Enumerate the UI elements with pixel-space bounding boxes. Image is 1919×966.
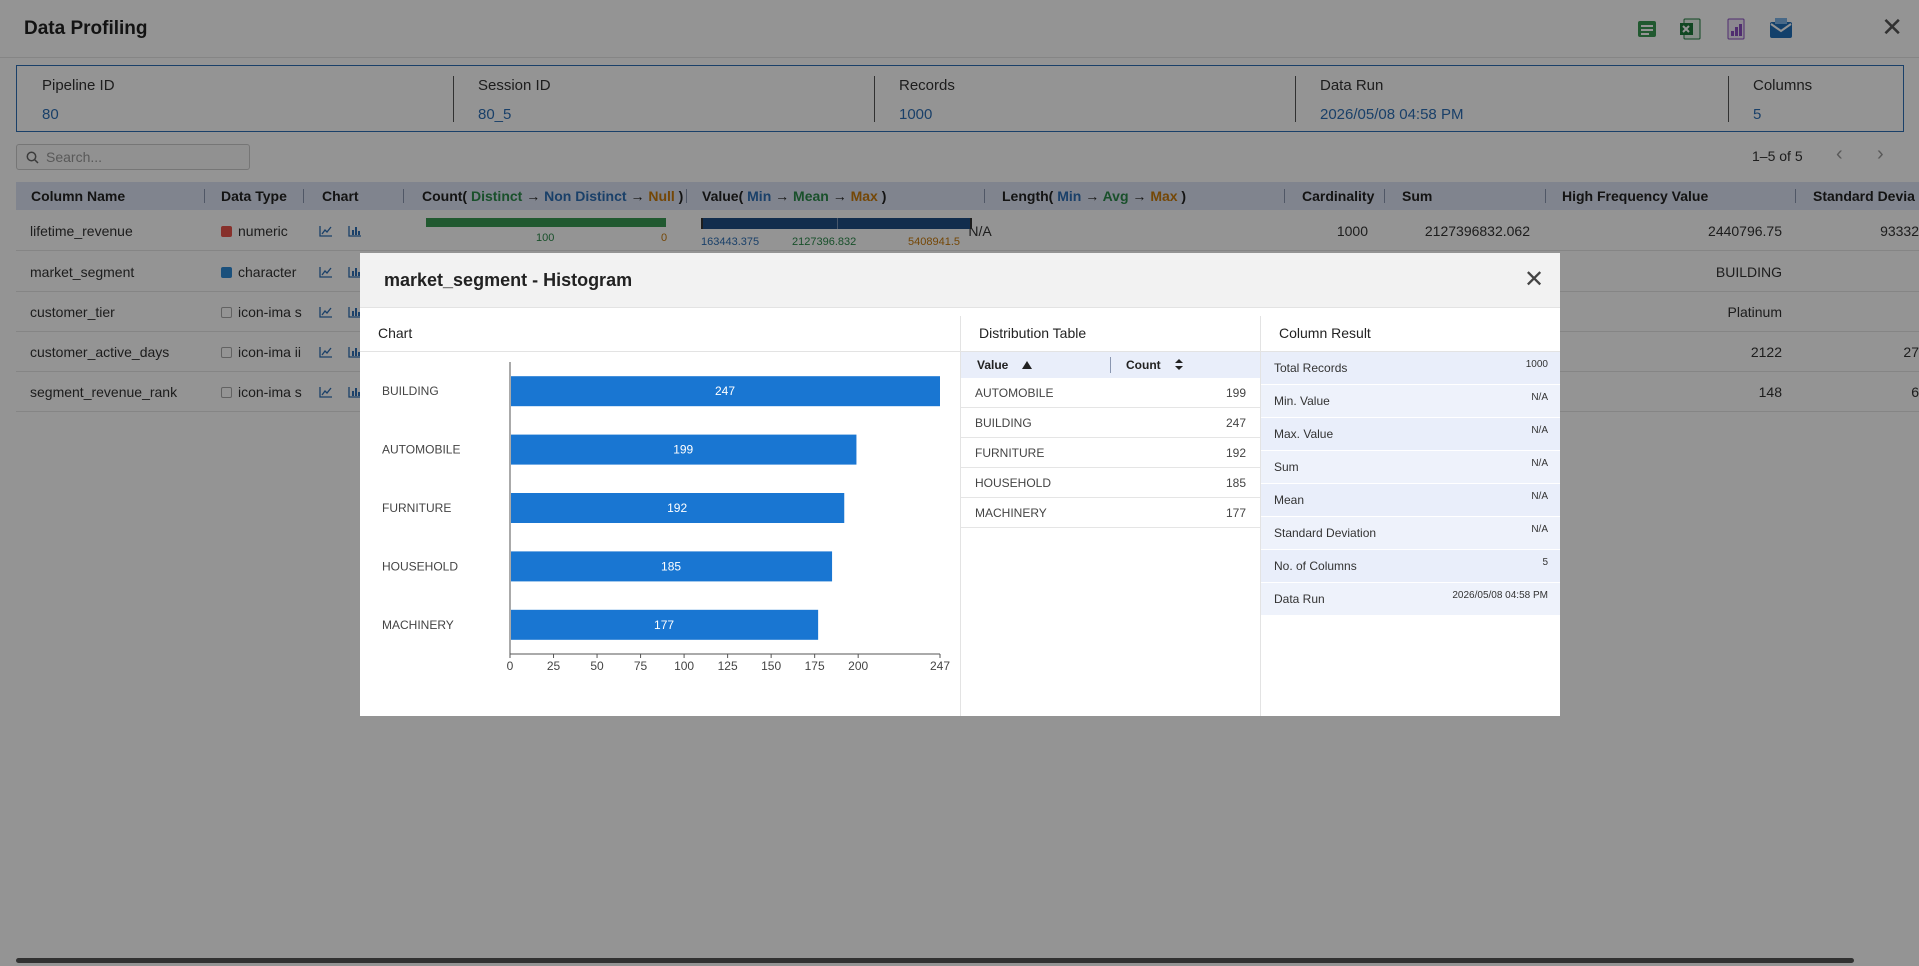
category-label: AUTOMOBILE [382, 443, 460, 457]
distribution-value: HOUSEHOLD [975, 476, 1052, 490]
distribution-row: MACHINERY 177 [961, 498, 1260, 528]
x-tick-label: 50 [590, 659, 604, 673]
modal-close-icon[interactable]: ✕ [1524, 266, 1544, 294]
distribution-row: BUILDING 247 [961, 408, 1260, 438]
column-result-title: Column Result [1279, 325, 1371, 341]
header-count-sort[interactable]: Count [1126, 352, 1183, 378]
x-tick-label: 125 [718, 659, 738, 673]
result-row: No. of Columns 5 [1261, 550, 1560, 583]
header-count: Count [1126, 358, 1161, 372]
result-key: Mean [1274, 493, 1305, 507]
sort-icon[interactable] [1175, 359, 1183, 370]
result-key: Total Records [1274, 361, 1348, 375]
result-row: Standard Deviation N/A [1261, 517, 1560, 550]
result-key: Sum [1274, 460, 1299, 474]
result-key: Max. Value [1274, 427, 1334, 441]
distribution-table-panel: Distribution Table Value Count AUTOMOBIL… [960, 316, 1260, 716]
bar-value-label: 185 [661, 559, 681, 573]
modal-title: market_segment - Histogram [384, 270, 633, 290]
category-label: MACHINERY [382, 618, 454, 632]
result-row: Mean N/A [1261, 484, 1560, 517]
distribution-value: AUTOMOBILE [975, 386, 1054, 400]
distribution-value: FURNITURE [975, 446, 1045, 460]
result-row: Min. Value N/A [1261, 385, 1560, 418]
result-value: N/A [1531, 425, 1548, 436]
histogram-modal: market_segment - Histogram ✕ Chart BUILD… [360, 253, 1560, 716]
bar-value-label: 177 [654, 618, 674, 632]
distribution-row: AUTOMOBILE 199 [961, 378, 1260, 408]
result-key: Min. Value [1274, 394, 1330, 408]
result-row: Data Run 2026/05/08 04:58 PM [1261, 583, 1560, 616]
chart-panel: Chart BUILDING 247 AUTOMOBILE 199 FURNITURE 1… [360, 316, 960, 716]
result-value: N/A [1531, 491, 1548, 502]
result-value: 5 [1542, 557, 1548, 568]
result-key: Data Run [1274, 592, 1325, 606]
distribution-count: 185 [1225, 476, 1246, 490]
distribution-count: 192 [1225, 446, 1246, 460]
distribution-count: 247 [1225, 416, 1246, 430]
result-value: N/A [1531, 524, 1548, 535]
header-value: Value [977, 358, 1009, 372]
result-row: Total Records 1000 [1261, 352, 1560, 385]
histogram-chart: BUILDING 247 AUTOMOBILE 199 FURNITURE 192 HOUS… [382, 362, 950, 673]
distribution-count: 177 [1225, 506, 1246, 520]
x-tick-label: 150 [761, 659, 781, 673]
distribution-row: FURNITURE 192 [961, 438, 1260, 468]
distribution-table-header: Value Count [961, 352, 1260, 378]
distribution-value: BUILDING [975, 416, 1032, 430]
column-divider[interactable] [1110, 357, 1111, 373]
result-value: N/A [1531, 392, 1548, 403]
x-tick-label: 100 [674, 659, 694, 673]
result-key: Standard Deviation [1274, 526, 1377, 540]
category-label: BUILDING [382, 384, 439, 398]
distribution-panel-title: Distribution Table [979, 325, 1087, 341]
x-tick-label: 175 [805, 659, 825, 673]
header-value-sort[interactable]: Value [977, 352, 1032, 378]
x-tick-label: 25 [547, 659, 561, 673]
x-tick-label: 247 [930, 659, 950, 673]
bar-value-label: 247 [715, 384, 735, 398]
x-tick-label: 75 [634, 659, 648, 673]
column-result-panel: Column Result Total Records 1000 Min. Val… [1260, 316, 1560, 716]
bar-value-label: 199 [673, 443, 693, 457]
x-tick-label: 0 [507, 659, 514, 673]
category-label: FURNITURE [382, 501, 451, 515]
result-key: No. of Columns [1274, 559, 1357, 573]
x-tick-label: 200 [848, 659, 868, 673]
modal-header: market_segment - Histogram ✕ [360, 253, 1560, 308]
category-label: HOUSEHOLD [382, 559, 458, 573]
result-row: Sum N/A [1261, 451, 1560, 484]
chart-panel-title: Chart [378, 325, 413, 341]
bar-value-label: 192 [667, 501, 687, 515]
result-value: 2026/05/08 04:58 PM [1452, 590, 1548, 601]
sort-ascending-icon[interactable] [1021, 361, 1032, 369]
distribution-value: MACHINERY [975, 506, 1047, 520]
distribution-row: HOUSEHOLD 185 [961, 468, 1260, 498]
distribution-count: 199 [1225, 386, 1246, 400]
result-value: N/A [1531, 458, 1548, 469]
result-row: Max. Value N/A [1261, 418, 1560, 451]
result-value: 1000 [1525, 359, 1548, 370]
